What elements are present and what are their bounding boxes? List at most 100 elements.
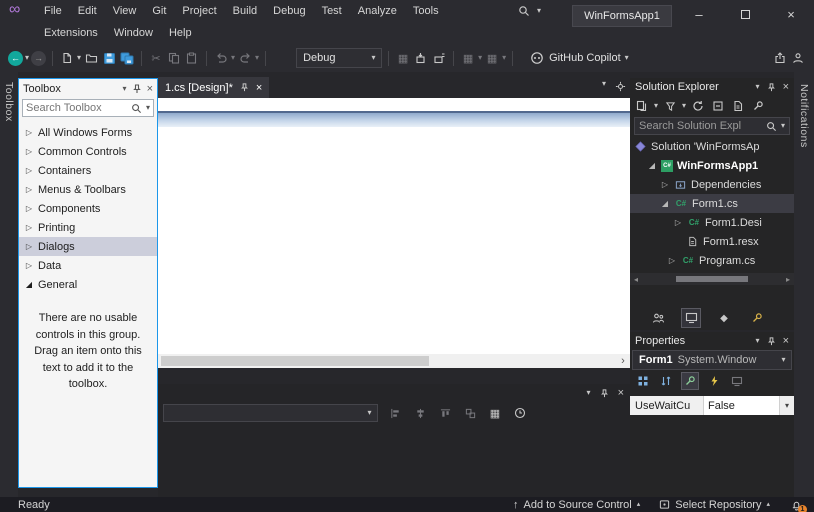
maximize-button[interactable] xyxy=(722,0,768,28)
pin-icon[interactable] xyxy=(131,83,143,95)
toolbox-group-printing[interactable]: ▷ Printing xyxy=(19,218,157,237)
github-copilot-button[interactable]: GitHub Copilot ▾ xyxy=(529,50,629,66)
toolbox-group-containers[interactable]: ▷ Containers xyxy=(19,161,157,180)
solution-explorer-search-input[interactable]: Search Solution Expl ▾ xyxy=(634,117,790,135)
property-value[interactable]: False xyxy=(704,396,779,415)
navigate-back-button[interactable]: ← xyxy=(8,50,23,66)
solution-explorer-horizontal-scrollbar[interactable]: ◂ ▸ xyxy=(630,273,794,285)
switch-views-icon[interactable] xyxy=(634,98,650,114)
filter-chevron-icon[interactable]: ▾ xyxy=(682,102,686,110)
toolbox-group-data[interactable]: ▷ Data xyxy=(19,256,157,275)
menu-test[interactable]: Test xyxy=(314,0,350,22)
window-position-chevron-icon[interactable]: ▾ xyxy=(756,337,760,345)
solution-explorer-tab-icon[interactable] xyxy=(681,308,701,328)
bottom-pane-header[interactable]: ▾ × xyxy=(158,384,630,400)
menu-view[interactable]: View xyxy=(105,0,145,22)
paste-button[interactable] xyxy=(184,50,200,66)
tree-item-program-cs[interactable]: ▷ C# Program.cs xyxy=(630,251,794,270)
scroll-right-icon[interactable]: ▸ xyxy=(782,275,794,284)
menu-project[interactable]: Project xyxy=(174,0,224,22)
find-in-files-icon[interactable]: ▦ xyxy=(460,50,476,66)
deploy-button[interactable] xyxy=(431,50,447,66)
pin-icon[interactable] xyxy=(766,82,777,93)
toolbar-chevron-icon[interactable]: ▾ xyxy=(478,54,482,62)
cut-button[interactable]: ✂ xyxy=(148,50,164,66)
class-view-tab-icon[interactable]: ◆ xyxy=(714,308,734,328)
minimize-button[interactable]: – xyxy=(676,0,722,28)
toolbar-chevron-icon[interactable]: ▾ xyxy=(502,54,506,62)
collapsed-arrow-icon[interactable]: ▷ xyxy=(673,218,683,227)
notifications-bell-button[interactable]: 1 xyxy=(788,498,807,512)
menu-extensions[interactable]: Extensions xyxy=(36,22,106,44)
align-tops-icon[interactable] xyxy=(437,405,453,421)
solution-configurations-combo[interactable]: Debug ▾ xyxy=(296,48,383,68)
properties-header[interactable]: Properties ▾ × xyxy=(630,332,794,350)
menu-tools[interactable]: Tools xyxy=(405,0,447,22)
active-files-chevron-icon[interactable]: ▾ xyxy=(602,80,606,92)
save-all-button[interactable] xyxy=(119,50,135,66)
window-position-chevron-icon[interactable]: ▾ xyxy=(123,84,127,93)
scroll-right-button[interactable]: › xyxy=(616,354,630,368)
designer-horizontal-scrollbar[interactable] xyxy=(158,354,616,368)
pin-icon[interactable] xyxy=(766,336,777,347)
select-repository-button[interactable]: Select Repository ▴ xyxy=(658,499,770,511)
alphabetical-sort-icon[interactable] xyxy=(658,373,674,389)
properties-wrench-icon[interactable] xyxy=(750,98,766,114)
expanded-arrow-icon[interactable]: ◢ xyxy=(647,161,657,170)
redo-button[interactable] xyxy=(237,50,253,66)
menu-help[interactable]: Help xyxy=(161,22,200,44)
quick-search-button[interactable]: ▾ xyxy=(516,0,541,22)
add-to-source-control-button[interactable]: ↑ Add to Source Control ▴ xyxy=(513,499,640,511)
collapse-all-icon[interactable] xyxy=(710,98,726,114)
messages-icon[interactable] xyxy=(729,373,745,389)
value-dropdown-button[interactable]: ▾ xyxy=(779,396,794,415)
categorized-icon[interactable] xyxy=(635,373,651,389)
designer-surface[interactable]: › xyxy=(158,98,630,368)
close-icon[interactable]: × xyxy=(783,81,789,93)
pin-icon[interactable] xyxy=(239,82,250,93)
close-icon[interactable]: × xyxy=(618,387,624,399)
tree-item-form1-designer-cs[interactable]: ▷ C# Form1.Desi xyxy=(630,213,794,232)
member-combo[interactable]: ▾ xyxy=(163,404,378,422)
undo-button[interactable] xyxy=(213,50,229,66)
menu-window[interactable]: Window xyxy=(106,22,161,44)
toolbox-side-tab[interactable]: Toolbox xyxy=(3,82,15,122)
property-row-usewaitcursor[interactable]: UseWaitCu False ▾ xyxy=(630,396,794,415)
tree-item-form1-resx[interactable]: Form1.resx xyxy=(630,232,794,251)
tree-item-solution[interactable]: Solution 'WinFormsAp xyxy=(630,137,794,156)
align-centers-icon[interactable] xyxy=(412,405,428,421)
window-position-chevron-icon[interactable]: ▾ xyxy=(756,83,760,91)
close-icon[interactable]: × xyxy=(783,335,789,347)
comment-icon[interactable]: ▦ xyxy=(484,50,500,66)
make-same-size-icon[interactable] xyxy=(462,405,478,421)
redo-chevron-icon[interactable]: ▾ xyxy=(255,54,259,62)
menu-edit[interactable]: Edit xyxy=(70,0,105,22)
menu-git[interactable]: Git xyxy=(144,0,174,22)
menu-build[interactable]: Build xyxy=(225,0,265,22)
property-manager-tab-icon[interactable] xyxy=(747,308,767,328)
sync-with-active-document-icon[interactable] xyxy=(690,98,706,114)
search-options-chevron-icon[interactable]: ▾ xyxy=(781,122,785,130)
switch-views-chevron-icon[interactable]: ▾ xyxy=(654,102,658,110)
toolbox-group-common-controls[interactable]: ▷ Common Controls xyxy=(19,142,157,161)
toolbox-group-general[interactable]: ◢ General xyxy=(19,275,157,294)
document-tab-form1-design[interactable]: 1.cs [Design]* × xyxy=(158,77,270,98)
build-project-button[interactable] xyxy=(413,50,429,66)
new-file-button[interactable] xyxy=(59,50,75,66)
titlebar-search-box[interactable]: WinFormsApp1 xyxy=(572,5,672,27)
solution-explorer-header[interactable]: Solution Explorer ▾ × xyxy=(630,78,794,96)
tree-item-winformsapp1-project[interactable]: ◢ C# WinFormsApp1 xyxy=(630,156,794,175)
filter-icon[interactable] xyxy=(662,98,678,114)
toolbox-group-components[interactable]: ▷ Components xyxy=(19,199,157,218)
scrollbar-thumb[interactable] xyxy=(676,276,748,282)
pin-icon[interactable] xyxy=(599,388,610,399)
scrollbar-thumb[interactable] xyxy=(161,356,429,366)
tab-order-clock-icon[interactable] xyxy=(512,405,528,421)
navigate-forward-button[interactable]: → xyxy=(31,50,47,66)
show-all-files-icon[interactable] xyxy=(730,98,746,114)
menu-file[interactable]: File xyxy=(36,0,70,22)
window-position-chevron-icon[interactable]: ▾ xyxy=(587,389,591,397)
new-file-chevron-icon[interactable]: ▾ xyxy=(77,54,81,62)
collapsed-arrow-icon[interactable]: ▷ xyxy=(667,256,677,265)
properties-view-button[interactable] xyxy=(681,372,699,390)
